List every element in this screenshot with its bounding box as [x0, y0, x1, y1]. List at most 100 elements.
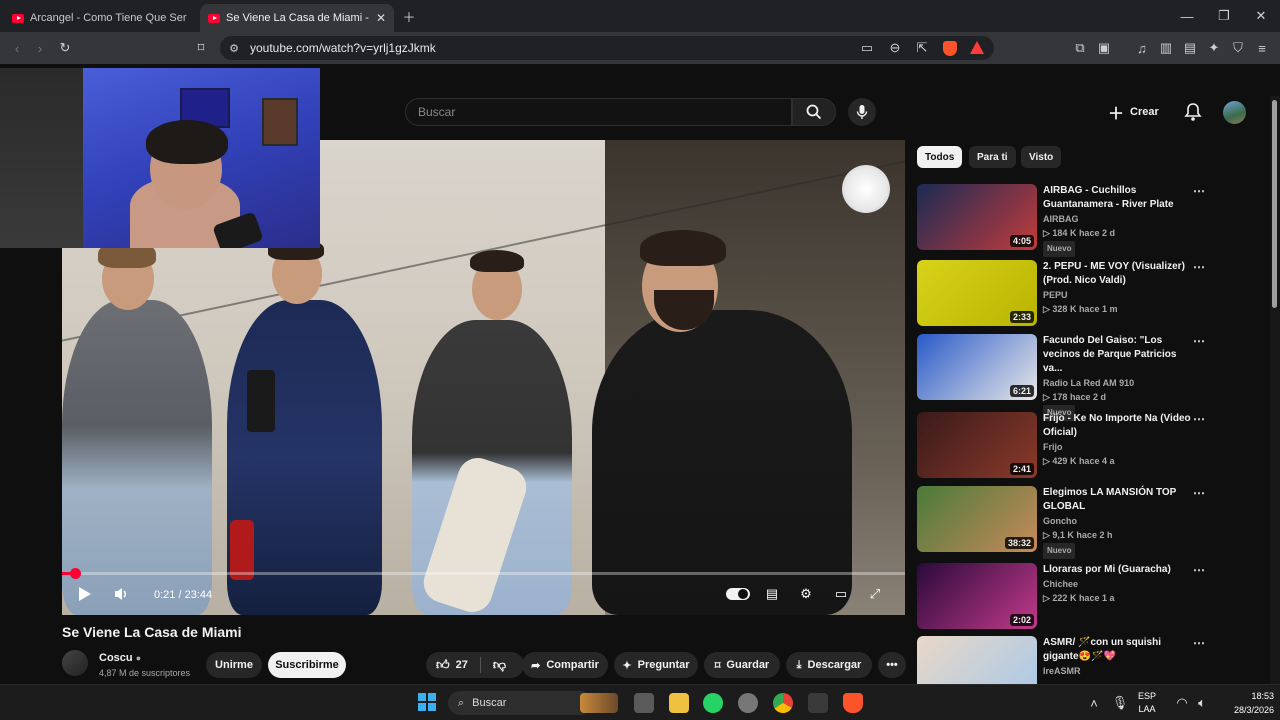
more-options-icon[interactable]: ⋯	[1193, 260, 1205, 274]
recommendation-item[interactable]: 4:05 AIRBAG - Cuchillos Guantanamera - Ri…	[917, 184, 1217, 257]
recommendation-channel[interactable]: IreASMR	[1043, 664, 1193, 678]
system-clock[interactable]: 18:53 28/3/2026	[1234, 689, 1274, 717]
recommendation-channel[interactable]: PEPU	[1043, 288, 1193, 302]
settings-app-icon[interactable]	[738, 693, 758, 713]
notifications-button[interactable]	[1184, 102, 1202, 127]
autoplay-toggle[interactable]	[726, 588, 750, 600]
recommendation-channel[interactable]: Frijo	[1043, 440, 1193, 454]
share-page-icon[interactable]: ⇱	[912, 38, 932, 58]
recommendation-title[interactable]: AIRBAG - Cuchillos Guantanamera - River …	[1043, 184, 1193, 212]
recommendation-thumbnail[interactable]: 2:33	[917, 260, 1037, 326]
reload-icon[interactable]: ↻	[55, 38, 75, 58]
recommendation-thumbnail[interactable]: 38:32	[917, 486, 1037, 552]
wifi-icon[interactable]: ◠	[1172, 693, 1192, 713]
brave-browser-icon[interactable]	[843, 693, 863, 713]
browser-tab-active[interactable]: Se Viene La Casa de Miami - You ✕	[200, 4, 394, 32]
chrome-icon[interactable]	[773, 693, 793, 713]
recommendation-item[interactable]: 2:41 Frijo - Ke No Importe Na (Video Ofic…	[917, 412, 1217, 482]
file-explorer-icon[interactable]	[669, 693, 689, 713]
more-options-icon[interactable]: ⋯	[1193, 636, 1205, 650]
brave-rewards-icon[interactable]	[970, 41, 984, 54]
whatsapp-icon[interactable]	[703, 693, 723, 713]
like-button[interactable]: 👍︎ 27	[436, 657, 468, 673]
recommendation-thumbnail[interactable]: 6:21	[917, 334, 1037, 400]
recommendation-title[interactable]: ASMR/ 🪄con un squishi gigante😍🪄💖	[1043, 636, 1193, 664]
site-settings-icon[interactable]: ⚙	[224, 38, 244, 58]
taskbar-search[interactable]: ⌕ Buscar	[448, 691, 592, 715]
save-button[interactable]: ⌑ Guardar	[704, 652, 780, 678]
wallet-icon[interactable]: ▤	[1180, 38, 1200, 58]
back-arrow-icon[interactable]: ‹	[7, 38, 27, 58]
chip-todos[interactable]: Todos	[917, 146, 963, 168]
play-button[interactable]	[78, 586, 92, 607]
volume-button[interactable]	[114, 586, 130, 607]
scrollbar-thumb[interactable]	[1272, 100, 1277, 308]
recommendation-thumbnail[interactable]: 4:05	[917, 184, 1037, 250]
create-button[interactable]: ＋ Crear	[1108, 100, 1168, 124]
zoom-icon[interactable]: ⊖	[885, 38, 905, 58]
recommendation-item[interactable]: 38:32 Elegimos LA MANSIÓN TOP GLOBAL Gonch…	[917, 486, 1217, 559]
app-icon[interactable]	[808, 693, 828, 713]
minimize-window-icon[interactable]: —	[1177, 6, 1197, 26]
theater-mode-icon[interactable]: ▭	[831, 584, 851, 604]
settings-gear-icon[interactable]: ⚙	[796, 584, 816, 604]
close-window-icon[interactable]: ✕	[1251, 6, 1271, 26]
windows-start-icon[interactable]	[418, 693, 436, 711]
recommendation-channel[interactable]: Chichee	[1043, 577, 1193, 591]
download-button[interactable]: ⤓ Descargar	[786, 652, 872, 678]
ask-button[interactable]: ✦ Preguntar	[614, 652, 698, 678]
recommendation-item[interactable]: 2:33 2. PEPU - ME VOY (Visualizer) (Prod.…	[917, 260, 1217, 330]
share-button[interactable]: ➦ Compartir	[522, 652, 608, 678]
recommendation-item[interactable]: 6:21 Facundo Del Gaiso: "Los vecinos de P…	[917, 334, 1217, 421]
more-options-icon[interactable]: ⋯	[1193, 563, 1205, 577]
progress-track[interactable]	[62, 572, 905, 575]
recommendation-channel[interactable]: Radio La Red AM 910	[1043, 376, 1193, 390]
menu-icon[interactable]: ≡	[1252, 38, 1272, 58]
voice-search-button[interactable]	[848, 98, 876, 126]
chip-visto[interactable]: Visto	[1021, 146, 1062, 168]
forward-arrow-icon[interactable]: ›	[30, 38, 50, 58]
channel-name[interactable]: Coscu ●	[99, 652, 141, 664]
sidebar-icon[interactable]: ▥	[1156, 38, 1176, 58]
url-field[interactable]: ⚙ youtube.com/watch?v=yrlj1gzJkmk	[220, 36, 994, 60]
search-input[interactable]: Buscar	[405, 98, 792, 126]
recommendation-title[interactable]: Lloraras por Mi (Guaracha)	[1043, 563, 1193, 577]
new-tab-plus-icon[interactable]: ＋	[399, 6, 419, 26]
leo-ai-icon[interactable]: ✦	[1204, 38, 1224, 58]
more-options-icon[interactable]: ⋯	[1193, 334, 1205, 348]
more-options-icon[interactable]: ⋯	[1193, 412, 1205, 426]
subtitles-icon[interactable]: ▤	[762, 584, 782, 604]
vpn-icon[interactable]: ⛉	[1228, 38, 1248, 58]
browser-tab-inactive[interactable]: Arcangel - Como Tiene Que Ser - Yo	[4, 4, 196, 32]
more-actions-button[interactable]: •••	[878, 652, 906, 678]
recommendation-thumbnail[interactable]: 2:41	[917, 412, 1037, 478]
recommendation-item[interactable]: 2:02 Lloraras por Mi (Guaracha) Chichee ▷ 2…	[917, 563, 1217, 633]
recommendation-title[interactable]: Frijo - Ke No Importe Na (Video Oficial)	[1043, 412, 1193, 440]
speaker-icon[interactable]: 🔈︎	[1192, 693, 1212, 713]
recommendation-thumbnail[interactable]: 2:02	[917, 563, 1037, 629]
cast-icon[interactable]: ▭	[857, 38, 877, 58]
brave-shields-icon[interactable]	[943, 41, 957, 56]
tab-search-icon[interactable]: ▣	[1094, 38, 1114, 58]
more-options-icon[interactable]: ⋯	[1193, 184, 1205, 198]
channel-avatar[interactable]	[62, 650, 88, 676]
media-control-icon[interactable]: ♫	[1132, 38, 1152, 58]
fullscreen-icon[interactable]: ⤢	[865, 584, 885, 604]
recommendation-channel[interactable]: AIRBAG	[1043, 212, 1193, 226]
maximize-window-icon[interactable]: ❐	[1214, 6, 1234, 26]
subscribe-button[interactable]: Suscribirme	[268, 652, 346, 678]
microphone-tray-icon[interactable]: 🎙︎	[1110, 693, 1130, 713]
chip-para-ti[interactable]: Para ti	[969, 146, 1016, 168]
progress-scrubber[interactable]	[69, 568, 81, 579]
task-view-icon[interactable]	[634, 693, 654, 713]
close-tab-icon[interactable]: ✕	[376, 11, 386, 25]
bookmark-icon[interactable]: ⌑	[191, 38, 211, 58]
show-hidden-icons-icon[interactable]: ˄	[1084, 693, 1104, 713]
recommendation-title[interactable]: Elegimos LA MANSIÓN TOP GLOBAL	[1043, 486, 1193, 514]
join-button[interactable]: Unirme	[206, 652, 262, 678]
search-button[interactable]	[792, 98, 836, 126]
account-avatar[interactable]	[1223, 101, 1246, 124]
recommendation-channel[interactable]: Goncho	[1043, 514, 1193, 528]
more-options-icon[interactable]: ⋯	[1193, 486, 1205, 500]
dislike-button[interactable]: 👎︎	[493, 657, 506, 673]
